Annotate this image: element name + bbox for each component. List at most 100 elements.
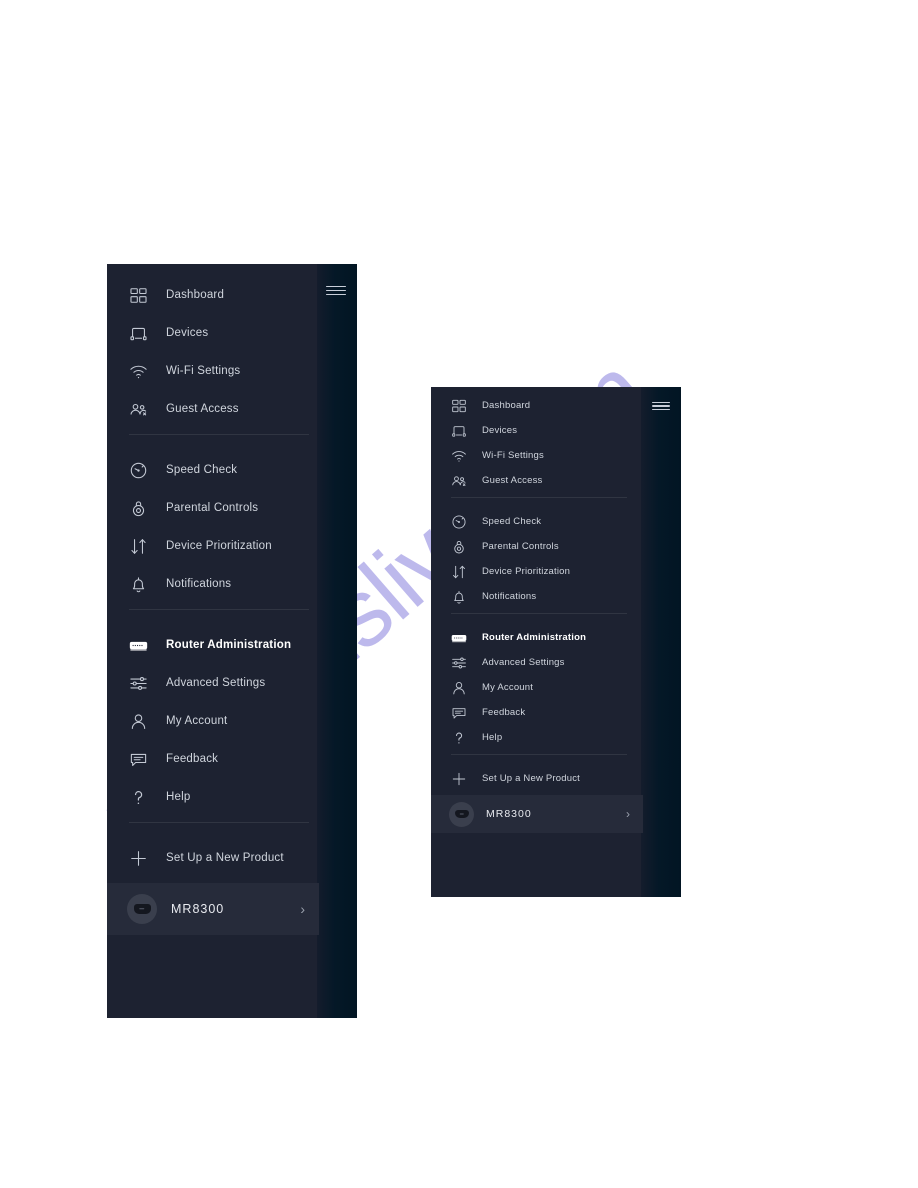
hamburger-bar — [652, 405, 670, 407]
menu-item-set-up-a-new-product[interactable]: Set Up a New Product — [107, 839, 319, 877]
chevron-right-icon: › — [626, 807, 630, 821]
menu-list: Dashboard Devices Wi-Fi Settings Guest Acce… — [107, 264, 319, 1018]
menu-item-advanced-settings[interactable]: Advanced Settings — [431, 650, 643, 675]
menu-item-speed-check[interactable]: Speed Check — [107, 451, 319, 489]
menu-item-label: Parental Controls — [166, 502, 259, 514]
sliders-icon — [129, 674, 148, 693]
menu-item-label: My Account — [166, 715, 228, 727]
menu-item-dashboard[interactable]: Dashboard — [107, 276, 319, 314]
lock-icon — [129, 499, 148, 518]
navigation-panel-large: Dashboard Devices Wi-Fi Settings Guest Acce… — [107, 264, 357, 1018]
menu-item-label: Feedback — [482, 707, 526, 718]
menu-item-router-administration[interactable]: Router Administration — [107, 626, 319, 664]
wifi-icon — [451, 448, 467, 464]
menu-item-label: Devices — [482, 425, 518, 436]
menu-item-parental-controls[interactable]: Parental Controls — [107, 489, 319, 527]
guest-access-icon — [129, 400, 148, 419]
device-name: MR8300 — [171, 902, 225, 916]
plus-icon — [129, 849, 148, 868]
menu-item-my-account[interactable]: My Account — [431, 675, 643, 700]
navigation-panel-small: Dashboard Devices Wi-Fi Settings Guest Acce… — [431, 387, 681, 897]
menu-item-label: Advanced Settings — [482, 657, 565, 668]
person-icon — [129, 712, 148, 731]
hamburger-bar — [326, 293, 346, 295]
menu-divider — [451, 613, 627, 614]
menu-item-label: Help — [482, 732, 503, 743]
device-name: MR8300 — [486, 808, 532, 820]
dashboard-icon — [451, 398, 467, 414]
menu-item-label: Device Prioritization — [166, 540, 272, 552]
menu-item-label: Set Up a New Product — [166, 852, 284, 864]
menu-item-devices[interactable]: Devices — [431, 418, 643, 443]
menu-item-label: Advanced Settings — [166, 677, 266, 689]
menu-item-feedback[interactable]: Feedback — [431, 700, 643, 725]
menu-item-help[interactable]: Help — [107, 778, 319, 816]
menu-item-label: Speed Check — [166, 464, 238, 476]
menu-item-label: Router Administration — [482, 632, 587, 643]
menu-item-label: Wi-Fi Settings — [166, 365, 241, 377]
bell-icon — [129, 575, 148, 594]
devices-icon — [129, 324, 148, 343]
router-icon — [451, 630, 467, 646]
menu-item-my-account[interactable]: My Account — [107, 702, 319, 740]
menu-list: Dashboard Devices Wi-Fi Settings Guest Acce… — [431, 387, 643, 897]
chat-bubble-icon — [129, 750, 148, 769]
router-thumbnail-icon — [127, 894, 157, 924]
menu-item-label: Dashboard — [166, 289, 225, 301]
device-row-mr8300[interactable]: MR8300 › — [107, 883, 319, 935]
menu-item-label: Set Up a New Product — [482, 773, 580, 784]
plus-icon — [451, 771, 467, 787]
chat-bubble-icon — [451, 705, 467, 721]
menu-item-devices[interactable]: Devices — [107, 314, 319, 352]
menu-item-advanced-settings[interactable]: Advanced Settings — [107, 664, 319, 702]
menu-item-set-up-a-new-product[interactable]: Set Up a New Product — [431, 766, 643, 791]
devices-icon — [451, 423, 467, 439]
router-thumbnail-icon — [449, 801, 474, 827]
hamburger-bar — [652, 402, 670, 404]
menu-item-notifications[interactable]: Notifications — [431, 584, 643, 609]
guest-access-icon — [451, 473, 467, 489]
menu-item-help[interactable]: Help — [431, 725, 643, 750]
lock-icon — [451, 539, 467, 555]
router-icon — [129, 636, 148, 655]
sliders-icon — [451, 655, 467, 671]
menu-item-wi-fi-settings[interactable]: Wi-Fi Settings — [107, 352, 319, 390]
hamburger-icon[interactable] — [326, 286, 346, 295]
menu-item-guest-access[interactable]: Guest Access — [107, 390, 319, 428]
question-mark-icon — [129, 788, 148, 807]
device-row-mr8300[interactable]: MR8300 › — [431, 795, 643, 833]
speedometer-icon — [129, 461, 148, 480]
menu-divider — [451, 754, 627, 755]
menu-item-label: Parental Controls — [482, 541, 559, 552]
menu-item-notifications[interactable]: Notifications — [107, 565, 319, 603]
menu-item-label: Dashboard — [482, 400, 531, 411]
menu-item-label: Notifications — [166, 578, 232, 590]
menu-item-guest-access[interactable]: Guest Access — [431, 468, 643, 493]
panel-edge-strip — [641, 387, 681, 897]
panel-edge-strip — [317, 264, 357, 1018]
menu-item-label: My Account — [482, 682, 534, 693]
menu-divider — [129, 434, 309, 435]
menu-item-device-prioritization[interactable]: Device Prioritization — [107, 527, 319, 565]
menu-item-router-administration[interactable]: Router Administration — [431, 625, 643, 650]
chevron-right-icon: › — [300, 901, 305, 917]
menu-item-feedback[interactable]: Feedback — [107, 740, 319, 778]
menu-item-label: Wi-Fi Settings — [482, 450, 544, 461]
hamburger-bar — [652, 408, 670, 410]
up-down-arrows-icon — [129, 537, 148, 556]
menu-item-label: Help — [166, 791, 191, 803]
dashboard-icon — [129, 286, 148, 305]
menu-item-label: Feedback — [166, 753, 219, 765]
menu-item-parental-controls[interactable]: Parental Controls — [431, 534, 643, 559]
menu-item-label: Device Prioritization — [482, 566, 571, 577]
menu-item-dashboard[interactable]: Dashboard — [431, 393, 643, 418]
menu-item-label: Speed Check — [482, 516, 542, 527]
menu-item-wi-fi-settings[interactable]: Wi-Fi Settings — [431, 443, 643, 468]
up-down-arrows-icon — [451, 564, 467, 580]
menu-item-device-prioritization[interactable]: Device Prioritization — [431, 559, 643, 584]
hamburger-icon[interactable] — [652, 402, 670, 410]
menu-item-label: Guest Access — [166, 403, 239, 415]
wifi-icon — [129, 362, 148, 381]
menu-item-speed-check[interactable]: Speed Check — [431, 509, 643, 534]
bell-icon — [451, 589, 467, 605]
